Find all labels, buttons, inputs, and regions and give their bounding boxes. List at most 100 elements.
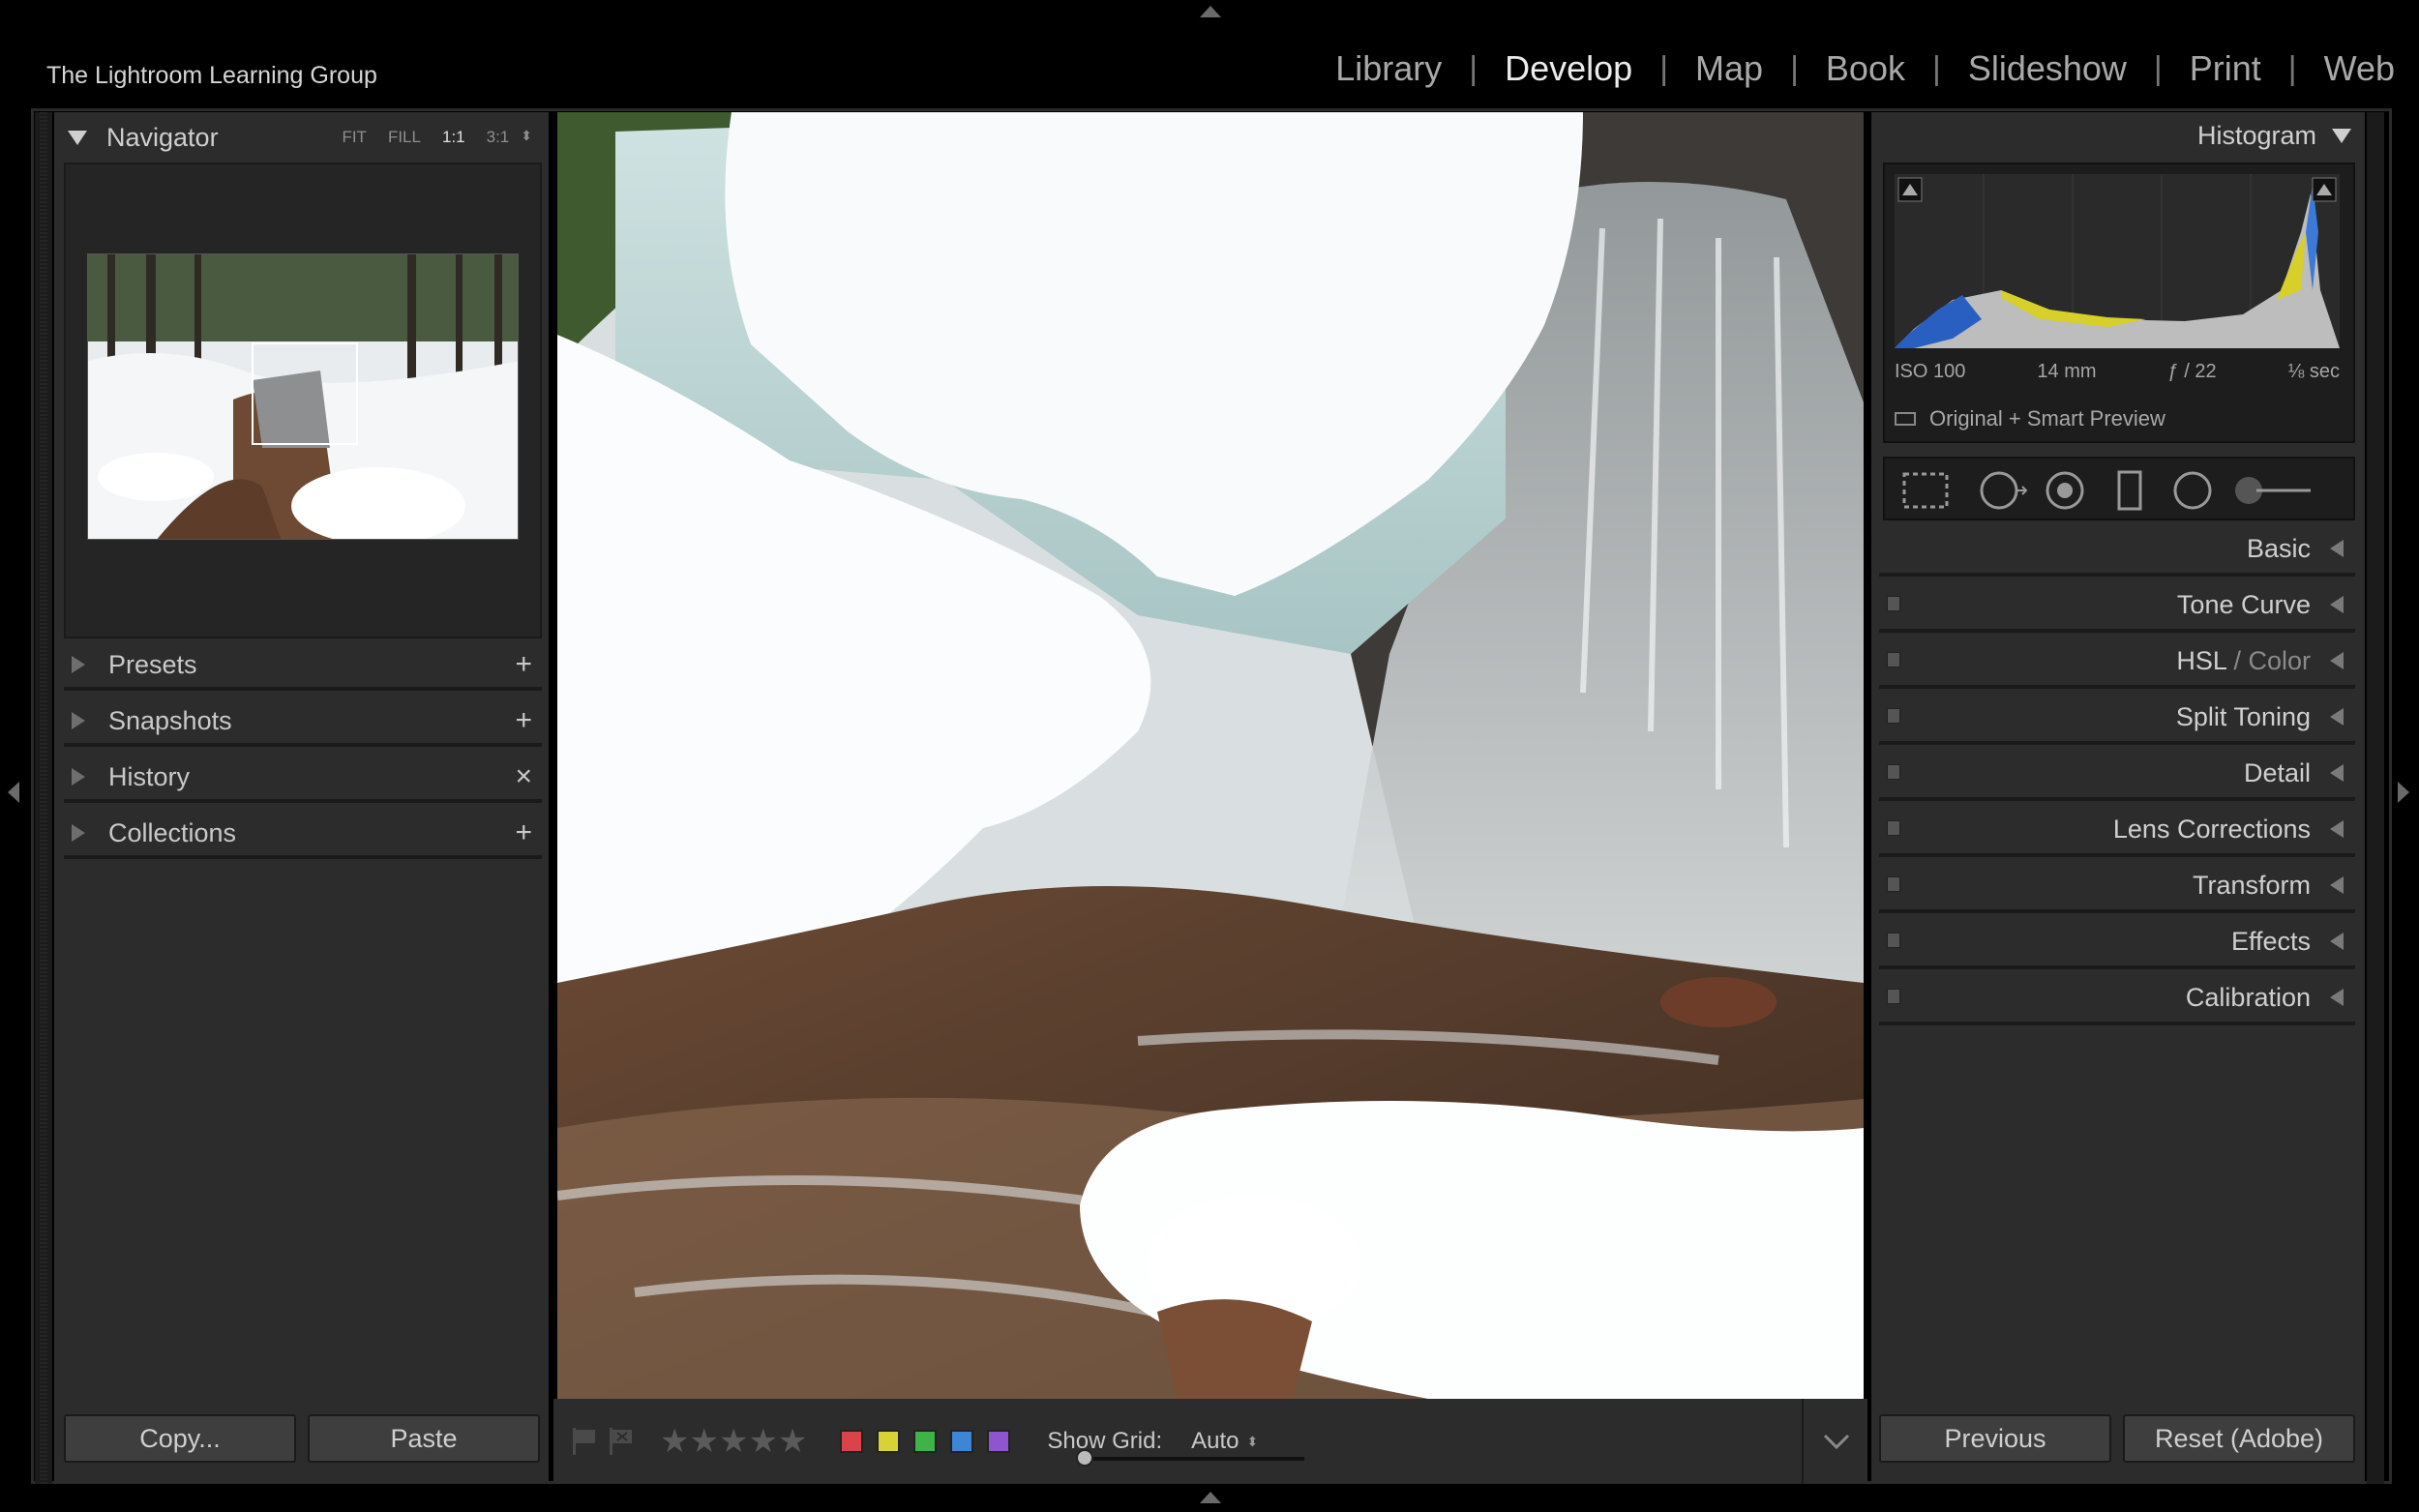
color-tab[interactable]: Color <box>2248 646 2311 675</box>
radial-filter-tool-icon[interactable] <box>2173 471 2212 510</box>
flag-pick-icon[interactable] <box>571 1426 598 1457</box>
zoom-3-1[interactable]: 3:1 <box>487 128 510 147</box>
left-panel-toggle-icon[interactable] <box>8 782 19 803</box>
clear-history-icon[interactable]: × <box>515 760 532 793</box>
smart-preview-status[interactable]: Original + Smart Preview <box>1895 406 2165 431</box>
module-book[interactable]: Book <box>1799 48 1932 89</box>
transform-section[interactable]: Transform <box>1879 861 2355 913</box>
module-map[interactable]: Map <box>1668 48 1790 89</box>
zoom-stepper-icon[interactable]: ⬍ <box>521 128 532 147</box>
crop-tool-icon[interactable] <box>1902 472 1949 509</box>
snapshots-section[interactable]: Snapshots + <box>64 698 542 747</box>
collapse-triangle-icon[interactable] <box>2332 129 2351 143</box>
star-rating[interactable]: ★★★★★ <box>660 1422 807 1461</box>
hsl-color-label: HSL / Color <box>2176 646 2311 676</box>
collapse-triangle-icon[interactable] <box>68 130 87 145</box>
detail-label: Detail <box>2243 757 2311 787</box>
module-slideshow[interactable]: Slideshow <box>1941 48 2154 89</box>
select-stepper-icon[interactable]: ⬍ <box>1247 1434 1259 1450</box>
zoom-fill[interactable]: FILL <box>388 128 421 147</box>
zoom-fit[interactable]: FIT <box>342 128 367 147</box>
color-label-green[interactable] <box>913 1430 938 1453</box>
module-print[interactable]: Print <box>2163 48 2288 89</box>
navigator-thumbnail[interactable] <box>87 253 519 540</box>
histogram-title: Histogram <box>2196 121 2316 150</box>
module-web[interactable]: Web <box>2297 48 2395 89</box>
panel-switch-icon[interactable] <box>1887 820 1900 836</box>
history-section[interactable]: History × <box>64 755 542 803</box>
add-preset-icon[interactable]: + <box>515 648 532 681</box>
expand-triangle-icon <box>2330 708 2344 726</box>
panel-switch-icon[interactable] <box>1887 708 1900 724</box>
show-grid-label: Show Grid: <box>1047 1428 1163 1454</box>
expand-triangle-icon <box>2330 596 2344 613</box>
color-label-purple[interactable] <box>987 1430 1011 1453</box>
history-label: History <box>108 761 191 791</box>
spot-removal-tool-icon[interactable] <box>1980 471 2028 510</box>
zoom-1-1[interactable]: 1:1 <box>442 128 465 147</box>
red-eye-tool-icon[interactable] <box>2046 471 2084 510</box>
previous-button[interactable]: Previous <box>1879 1414 2111 1463</box>
copy-button[interactable]: Copy... <box>64 1414 296 1463</box>
color-label-blue[interactable] <box>950 1430 974 1453</box>
basic-section[interactable]: Basic <box>1879 524 2355 577</box>
effects-section[interactable]: Effects <box>1879 917 2355 969</box>
color-label-yellow[interactable] <box>877 1430 901 1453</box>
module-library[interactable]: Library <box>1308 48 1469 89</box>
develop-toolbar: ★★★★★ Show Grid: Auto ⬍ <box>553 1399 1867 1484</box>
presets-section[interactable]: Presets + <box>64 642 542 691</box>
transform-label: Transform <box>2192 870 2311 900</box>
preview-status-label: Original + Smart Preview <box>1929 406 2165 430</box>
graduated-filter-tool-icon[interactable] <box>2117 470 2142 511</box>
top-panel-toggle-icon[interactable] <box>1200 6 1221 17</box>
hsl-tab[interactable]: HSL <box>2176 646 2226 675</box>
lens-corrections-section[interactable]: Lens Corrections <box>1879 805 2355 857</box>
tone-curve-section[interactable]: Tone Curve <box>1879 580 2355 633</box>
panel-switch-icon[interactable] <box>1887 652 1900 667</box>
panel-switch-icon[interactable] <box>1887 989 1900 1004</box>
hsl-color-section[interactable]: HSL / Color <box>1879 637 2355 689</box>
expand-triangle-icon <box>2330 876 2344 894</box>
color-label-red[interactable] <box>840 1430 864 1453</box>
tone-curve-label: Tone Curve <box>2176 589 2311 619</box>
lens-corrections-label: Lens Corrections <box>2112 814 2311 844</box>
filmstrip-toggle-icon[interactable] <box>1200 1492 1221 1503</box>
right-panel-edge[interactable] <box>2367 112 2384 1484</box>
iso-value: ISO 100 <box>1895 361 1966 382</box>
expand-triangle-icon <box>2330 652 2344 669</box>
histogram-header[interactable]: Histogram <box>1871 121 2351 151</box>
split-toning-label: Split Toning <box>2175 701 2311 731</box>
expand-triangle-icon <box>2330 540 2344 557</box>
adjustment-brush-tool-icon[interactable] <box>2235 477 2311 504</box>
panel-switch-icon[interactable] <box>1887 876 1900 892</box>
toolbar-content-menu[interactable] <box>1802 1399 1867 1484</box>
add-collection-icon[interactable]: + <box>515 816 532 849</box>
shutter-speed: ⅛ sec <box>2287 361 2340 382</box>
split-toning-section[interactable]: Split Toning <box>1879 693 2355 745</box>
navigator-title: Navigator <box>106 122 219 152</box>
effects-label: Effects <box>2230 926 2311 956</box>
collections-section[interactable]: Collections + <box>64 811 542 859</box>
reset-button[interactable]: Reset (Adobe) <box>2123 1414 2355 1463</box>
panel-switch-icon[interactable] <box>1887 764 1900 780</box>
grid-size-slider-track[interactable] <box>1080 1457 1304 1461</box>
panel-switch-icon[interactable] <box>1887 596 1900 611</box>
grid-size-slider-knob[interactable] <box>1076 1449 1093 1467</box>
panel-switch-icon[interactable] <box>1887 933 1900 948</box>
histogram-graph[interactable] <box>1895 174 2340 348</box>
show-grid-select[interactable]: Auto <box>1191 1428 1239 1455</box>
add-snapshot-icon[interactable]: + <box>515 704 532 737</box>
flag-reject-icon[interactable] <box>608 1426 635 1457</box>
navigator-header[interactable]: Navigator FIT FILL 1:1 3:1 ⬍ <box>68 121 542 154</box>
collections-label: Collections <box>108 817 237 847</box>
calibration-section[interactable]: Calibration <box>1879 973 2355 1025</box>
detail-section[interactable]: Detail <box>1879 749 2355 801</box>
module-develop[interactable]: Develop <box>1478 48 1659 89</box>
left-panel-edge[interactable] <box>35 112 52 1484</box>
chevron-down-icon[interactable] <box>1804 1399 1869 1484</box>
main-photo-view[interactable] <box>557 112 1864 1399</box>
expand-triangle-icon <box>72 824 85 842</box>
paste-button[interactable]: Paste <box>308 1414 540 1463</box>
module-separator: | <box>1931 49 1941 87</box>
right-panel-toggle-icon[interactable] <box>2398 782 2409 803</box>
